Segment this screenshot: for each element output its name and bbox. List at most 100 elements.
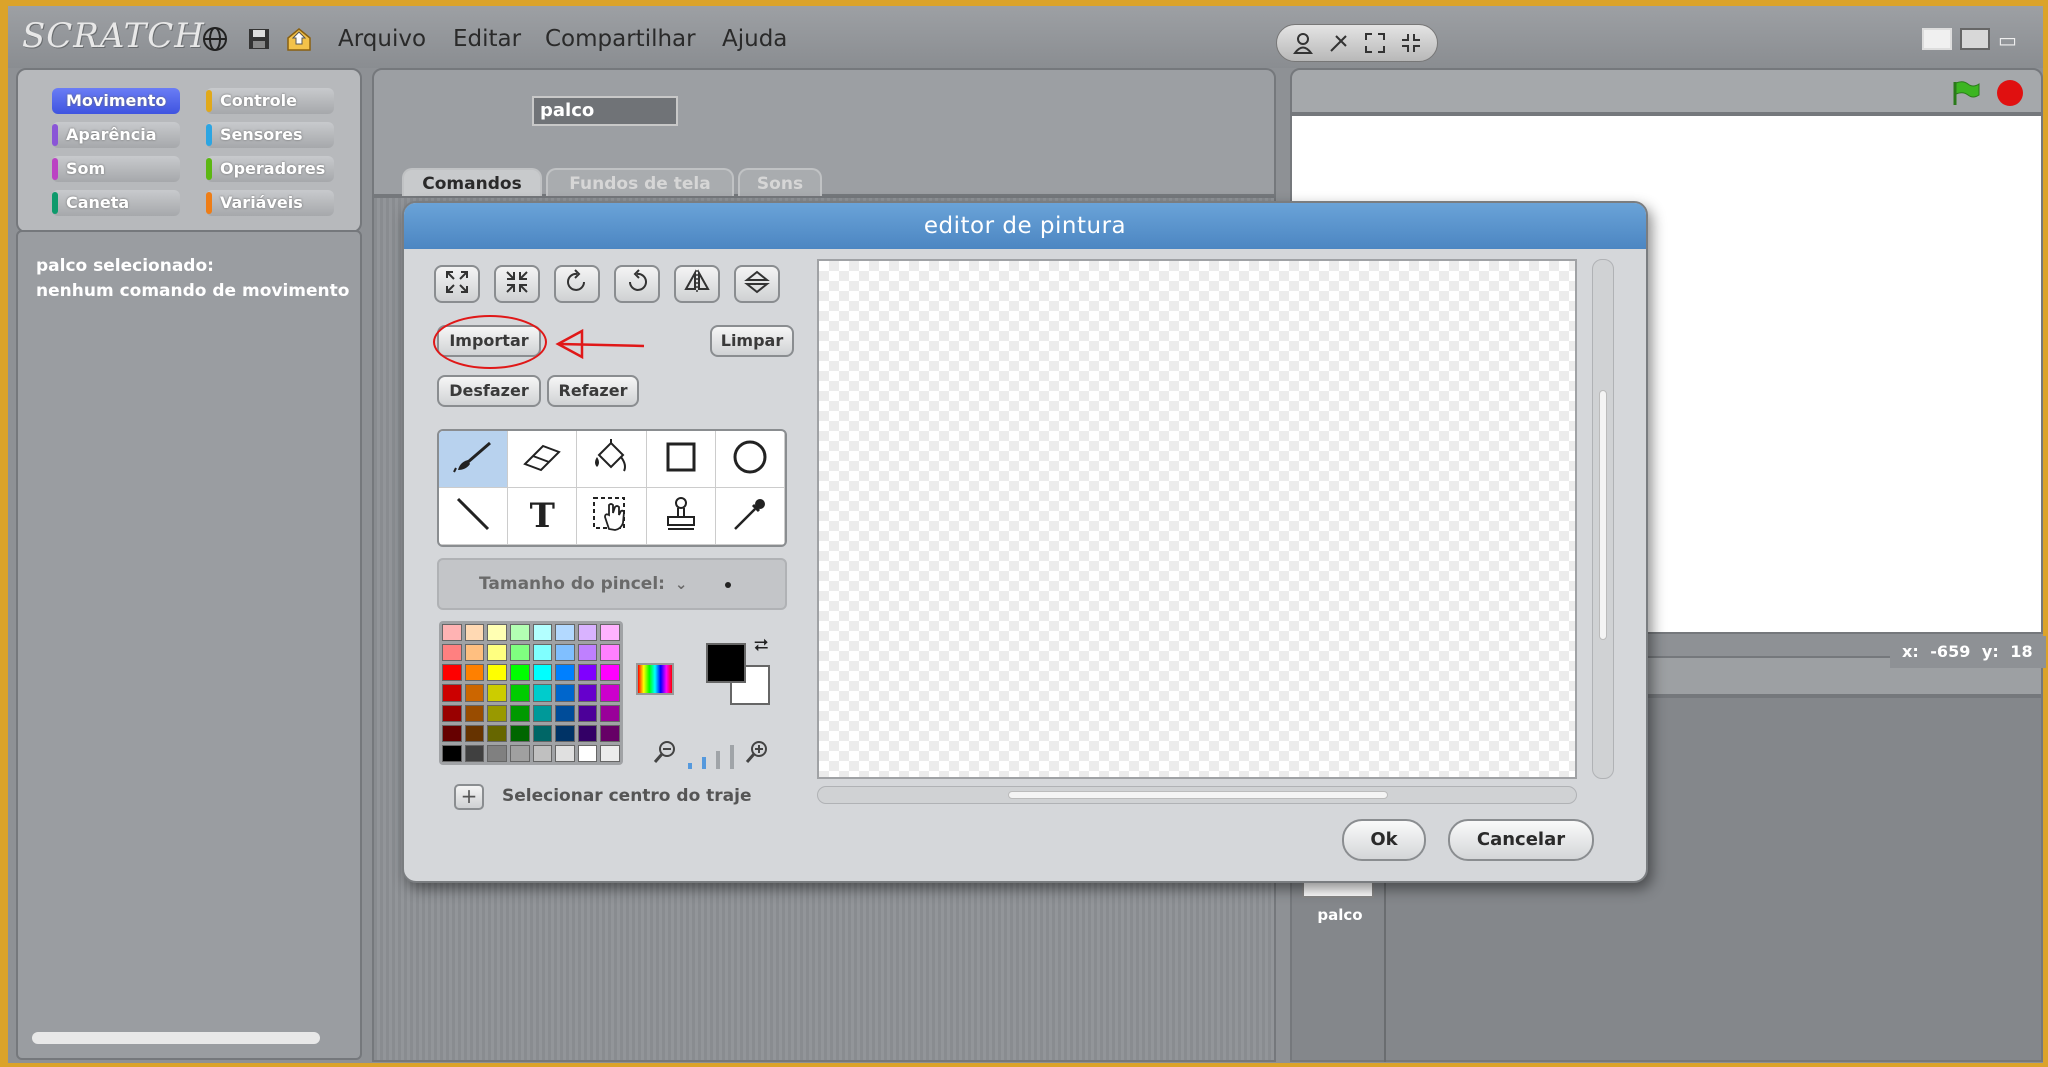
color-swatch[interactable] bbox=[464, 724, 485, 742]
share-icon[interactable] bbox=[284, 24, 314, 54]
tool-fill[interactable] bbox=[577, 431, 647, 488]
color-swatch[interactable] bbox=[442, 724, 462, 742]
color-swatch[interactable] bbox=[577, 744, 598, 762]
color-swatch[interactable] bbox=[532, 704, 553, 722]
tool-paintbrush[interactable] bbox=[439, 431, 509, 488]
color-swatch[interactable] bbox=[600, 704, 620, 722]
color-swatch[interactable] bbox=[532, 724, 553, 742]
color-swatch[interactable] bbox=[555, 664, 575, 682]
menu-arquivo[interactable]: Arquivo bbox=[338, 26, 426, 52]
color-swatch[interactable] bbox=[555, 624, 575, 642]
rotate-right-button[interactable] bbox=[614, 265, 660, 303]
color-swatch[interactable] bbox=[487, 664, 507, 682]
color-swatch[interactable] bbox=[509, 724, 530, 742]
color-swatch[interactable] bbox=[555, 704, 575, 722]
green-flag-icon[interactable] bbox=[1951, 80, 1981, 110]
category-movimento[interactable]: Movimento bbox=[52, 88, 180, 114]
tool-select[interactable] bbox=[577, 488, 647, 545]
color-swatch[interactable] bbox=[487, 724, 507, 742]
zoom-out-icon[interactable] bbox=[652, 739, 678, 769]
zoom-in-icon[interactable] bbox=[744, 739, 770, 769]
color-swatch[interactable] bbox=[509, 664, 530, 682]
color-swatch[interactable] bbox=[509, 684, 530, 702]
foreground-color-swatch[interactable] bbox=[706, 643, 746, 683]
color-swatch[interactable] bbox=[600, 744, 620, 762]
color-swatch[interactable] bbox=[555, 724, 575, 742]
redo-button[interactable]: Refazer bbox=[547, 375, 639, 407]
color-swatch[interactable] bbox=[442, 664, 462, 682]
tool-eraser[interactable] bbox=[508, 431, 578, 488]
palette-hscrollbar[interactable] bbox=[32, 1032, 320, 1044]
tool-line[interactable] bbox=[439, 488, 509, 545]
vscroll-thumb[interactable] bbox=[1599, 390, 1607, 640]
color-swatch[interactable] bbox=[464, 704, 485, 722]
color-swatch[interactable] bbox=[577, 644, 598, 662]
color-swatch[interactable] bbox=[464, 644, 485, 662]
clear-button[interactable]: Limpar bbox=[710, 325, 794, 357]
set-center-button[interactable]: + bbox=[454, 784, 484, 810]
color-swatch[interactable] bbox=[532, 744, 553, 762]
color-swatch[interactable] bbox=[442, 644, 462, 662]
sprite-name-field[interactable]: palco bbox=[532, 96, 678, 126]
swap-colors-icon[interactable]: ⮂ bbox=[754, 635, 768, 656]
color-swatch[interactable] bbox=[487, 644, 507, 662]
category-aparencia[interactable]: Aparência bbox=[52, 122, 180, 148]
color-swatch[interactable] bbox=[509, 624, 530, 642]
color-swatch[interactable] bbox=[555, 684, 575, 702]
paint-canvas[interactable] bbox=[817, 259, 1577, 779]
color-swatch[interactable] bbox=[555, 744, 575, 762]
category-sensores[interactable]: Sensores bbox=[206, 122, 334, 148]
color-swatch[interactable] bbox=[577, 724, 598, 742]
color-swatch[interactable] bbox=[442, 704, 462, 722]
category-controle[interactable]: Controle bbox=[206, 88, 334, 114]
color-swatch[interactable] bbox=[487, 684, 507, 702]
color-swatch[interactable] bbox=[577, 664, 598, 682]
zoom-level-1[interactable] bbox=[688, 763, 692, 769]
shrink-icon[interactable] bbox=[1397, 29, 1425, 57]
tool-ellipse[interactable] bbox=[715, 431, 785, 488]
color-swatch[interactable] bbox=[532, 644, 553, 662]
color-swatch[interactable] bbox=[509, 644, 530, 662]
tool-rectangle[interactable] bbox=[646, 431, 716, 488]
duplicate-icon[interactable] bbox=[1289, 29, 1317, 57]
color-swatch[interactable] bbox=[577, 704, 598, 722]
color-swatch[interactable] bbox=[464, 624, 485, 642]
menu-editar[interactable]: Editar bbox=[453, 26, 521, 52]
color-swatch[interactable] bbox=[577, 624, 598, 642]
color-swatch[interactable] bbox=[509, 704, 530, 722]
grow-icon[interactable] bbox=[1361, 29, 1389, 57]
color-swatch[interactable] bbox=[464, 744, 485, 762]
small-stage-icon[interactable] bbox=[1922, 28, 1952, 50]
flip-vertical-button[interactable] bbox=[734, 265, 780, 303]
shrink-button[interactable] bbox=[494, 265, 540, 303]
category-som[interactable]: Som bbox=[52, 156, 180, 182]
color-swatch[interactable] bbox=[577, 684, 598, 702]
color-swatch[interactable] bbox=[442, 744, 462, 762]
hscroll-thumb[interactable] bbox=[1008, 791, 1388, 799]
color-swatch[interactable] bbox=[532, 664, 553, 682]
ok-button[interactable]: Ok bbox=[1342, 819, 1426, 861]
color-swatch[interactable] bbox=[464, 664, 485, 682]
color-swatch[interactable] bbox=[600, 624, 620, 642]
rotate-left-button[interactable] bbox=[554, 265, 600, 303]
zoom-level-4[interactable] bbox=[730, 745, 734, 769]
flip-horizontal-button[interactable] bbox=[674, 265, 720, 303]
undo-button[interactable]: Desfazer bbox=[437, 375, 541, 407]
color-swatch[interactable] bbox=[442, 624, 462, 642]
canvas-vscrollbar[interactable] bbox=[1592, 259, 1614, 779]
color-swatch[interactable] bbox=[600, 664, 620, 682]
menu-ajuda[interactable]: Ajuda bbox=[722, 26, 787, 52]
color-swatch[interactable] bbox=[600, 724, 620, 742]
color-swatch[interactable] bbox=[509, 744, 530, 762]
brush-size-selector[interactable]: Tamanho do pincel: ⌄ bbox=[437, 558, 787, 610]
cancel-button[interactable]: Cancelar bbox=[1448, 819, 1594, 861]
category-variaveis[interactable]: Variáveis bbox=[206, 190, 334, 216]
normal-stage-icon[interactable] bbox=[1960, 28, 1990, 50]
color-swatch[interactable] bbox=[487, 744, 507, 762]
zoom-level-3[interactable] bbox=[716, 751, 720, 769]
globe-icon[interactable] bbox=[200, 24, 230, 54]
tool-eyedropper[interactable] bbox=[715, 488, 785, 545]
save-icon[interactable] bbox=[244, 24, 274, 54]
stop-icon[interactable] bbox=[1997, 80, 2023, 106]
tool-text[interactable]: T bbox=[508, 488, 578, 545]
